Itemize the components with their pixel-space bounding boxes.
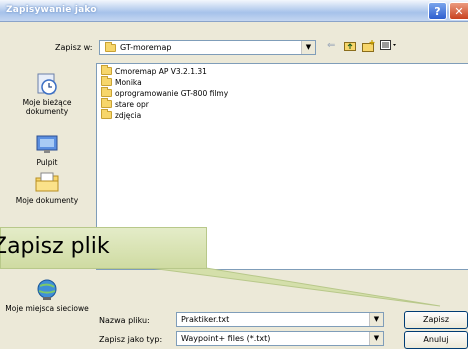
callout-text: Zapisz plik [0, 234, 110, 259]
callout-pointer [149, 267, 441, 307]
callout-box: Zapisz plik [0, 227, 207, 269]
